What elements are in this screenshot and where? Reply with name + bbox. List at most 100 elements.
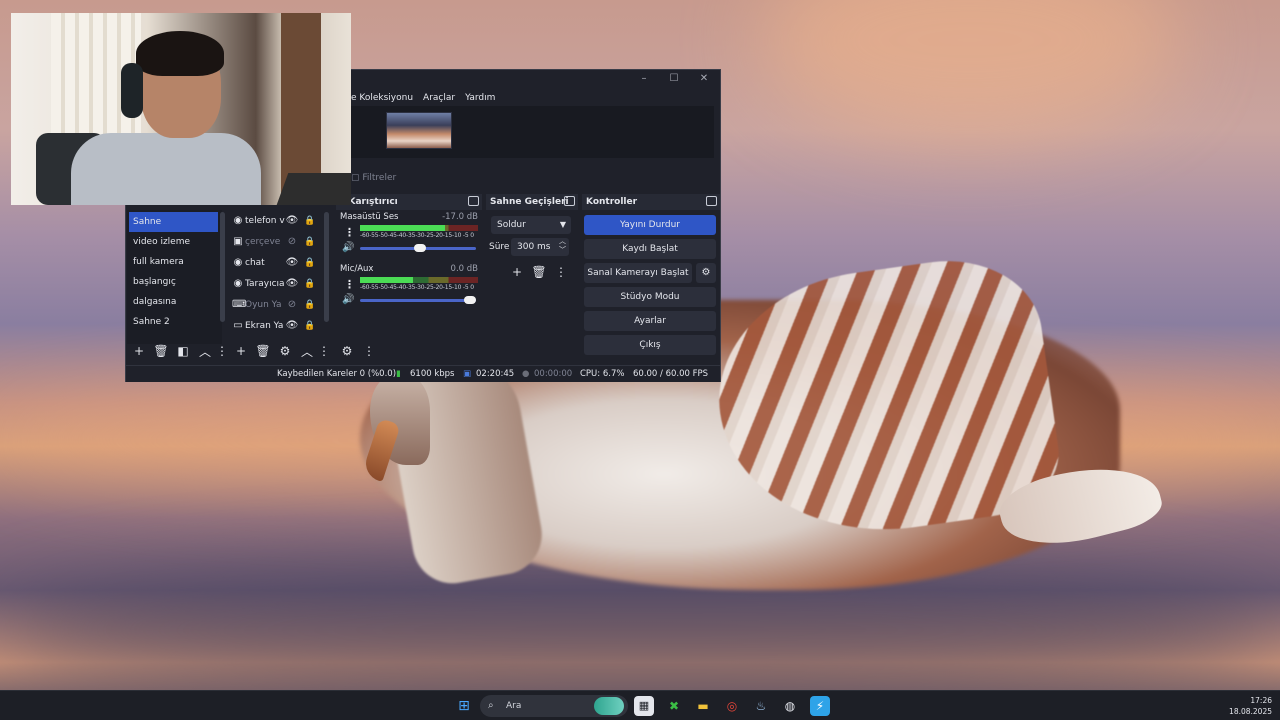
scene-item[interactable]: full kamera — [127, 252, 222, 272]
task-view-icon[interactable]: ▦ — [634, 696, 654, 716]
kebab-menu-icon[interactable]: ⋮ — [550, 265, 572, 279]
source-item[interactable]: ◉ Tarayıcıa 👁 🔒 — [232, 273, 332, 294]
source-item[interactable]: ⌨ Oyun Ya ⊘ 🔒 — [232, 294, 332, 315]
eye-icon[interactable]: 👁 — [285, 215, 299, 226]
scene-filters-button[interactable]: ◧ — [172, 344, 194, 358]
move-up-button[interactable]: ︿ — [194, 343, 216, 360]
source-item[interactable]: ▭ Ekran Ya 👁 🔒 — [232, 315, 332, 336]
slider-knob[interactable] — [464, 296, 476, 304]
globe-icon: ◉ — [233, 215, 243, 226]
settings-button[interactable]: Ayarlar — [584, 311, 716, 331]
search-input[interactable]: ⌕ Ara — [480, 695, 628, 717]
exit-button[interactable]: Çıkış — [584, 335, 716, 355]
source-item[interactable]: ◉ chat 👁 🔒 — [232, 252, 332, 273]
dock-float-icon[interactable] — [468, 196, 479, 206]
signal-icon: ▮ — [396, 369, 401, 379]
speaker-icon[interactable]: 🔊 — [342, 294, 354, 305]
sources-scrollbar[interactable] — [324, 212, 329, 322]
chrome-icon[interactable]: ◎ — [722, 696, 742, 716]
source-settings-button[interactable]: ⚙ — [274, 344, 296, 358]
kebab-menu-icon[interactable]: ⋮ — [216, 344, 228, 358]
eye-icon[interactable]: 👁 — [285, 257, 299, 268]
start-recording-button[interactable]: Kaydı Başlat — [584, 239, 716, 259]
slider-knob[interactable] — [414, 244, 426, 252]
eye-icon[interactable]: 👁 — [285, 278, 299, 289]
scene-item[interactable]: Sahne 2 — [127, 312, 222, 332]
menu-scene-collection[interactable]: e Koleksiyonu — [351, 90, 413, 106]
minimize-button[interactable]: – — [637, 73, 651, 85]
chevron-down-icon: ▼ — [559, 220, 566, 229]
scene-thumbnail[interactable] — [386, 112, 452, 149]
duration-value: 300 ms — [517, 242, 551, 252]
kebab-menu-icon[interactable]: ⋮ — [344, 278, 355, 291]
speaker-icon[interactable]: 🔊 — [342, 242, 354, 253]
virtual-camera-button[interactable]: Sanal Kamerayı Başlat — [584, 263, 692, 283]
eye-hidden-icon[interactable]: ⊘ — [285, 236, 299, 247]
move-up-button[interactable]: ︿ — [296, 343, 318, 360]
scene-item[interactable]: Sahne — [129, 212, 218, 232]
stream-icon: ▣ — [463, 369, 472, 379]
gear-icon[interactable]: ⚙ — [696, 263, 716, 283]
menu-bar: e Koleksiyonu Araçlar Yardım — [351, 90, 720, 106]
source-name: telefon v — [245, 215, 285, 226]
menu-tools[interactable]: Araçlar — [423, 90, 455, 106]
lock-icon[interactable]: 🔒 — [303, 258, 317, 268]
bitrate: 6100 kbps — [410, 369, 455, 379]
transition-selected: Soldur — [497, 220, 526, 230]
source-name: Ekran Ya — [245, 320, 284, 331]
controls-title: Kontroller — [586, 197, 638, 207]
obs-icon[interactable]: ◍ — [780, 696, 800, 716]
dock-float-icon[interactable] — [706, 196, 717, 206]
lock-icon[interactable]: 🔒 — [303, 279, 317, 289]
remove-source-button[interactable]: 🗑 — [252, 344, 274, 358]
lock-icon[interactable]: 🔒 — [303, 216, 317, 226]
lock-icon[interactable]: 🔒 — [303, 321, 317, 331]
close-button[interactable]: ✕ — [697, 73, 711, 85]
source-item[interactable]: ◉ telefon v 👁 🔒 — [232, 210, 332, 231]
maximize-button[interactable]: ☐ — [667, 73, 681, 85]
search-placeholder: Ara — [506, 701, 522, 711]
add-scene-button[interactable]: + — [128, 344, 150, 358]
eye-hidden-icon[interactable]: ⊘ — [285, 299, 299, 310]
taskbar: ⊞ ⌕ Ara ▦ ✖ ▬ ◎ ♨ ◍ ⚡ 17:26 18.08.2025 — [0, 690, 1280, 720]
webcam-feed — [11, 13, 351, 205]
lock-icon[interactable]: 🔒 — [303, 237, 317, 247]
scene-item[interactable]: başlangıç — [127, 272, 222, 292]
volume-slider[interactable] — [360, 244, 476, 252]
search-icon: ⌕ — [488, 700, 494, 711]
scene-item[interactable]: dalgasına — [127, 292, 222, 312]
system-clock[interactable]: 17:26 18.08.2025 — [1229, 695, 1272, 717]
add-transition-button[interactable]: + — [506, 265, 528, 279]
dock-float-icon[interactable] — [564, 196, 575, 206]
windows-start-icon[interactable]: ⊞ — [454, 696, 474, 716]
menu-help[interactable]: Yardım — [465, 90, 495, 106]
sources-list: ◉ telefon v 👁 🔒 ▣ çerçeve ⊘ 🔒 ◉ chat 👁 🔒… — [232, 210, 332, 344]
transition-select[interactable]: Soldur ▼ — [491, 216, 571, 234]
app-icon[interactable]: ⚡ — [810, 696, 830, 716]
remove-transition-button[interactable]: 🗑 — [528, 265, 550, 279]
remove-scene-button[interactable]: 🗑 — [150, 344, 172, 358]
filters-label: Filtreler — [362, 173, 397, 183]
kebab-menu-icon[interactable]: ⋮ — [318, 344, 330, 358]
source-item[interactable]: ▣ çerçeve ⊘ 🔒 — [232, 231, 332, 252]
stop-stream-button[interactable]: Yayını Durdur — [584, 215, 716, 235]
eye-icon[interactable]: 👁 — [285, 320, 299, 331]
spinner-arrows-icon[interactable]: ︿ ﹀ — [559, 237, 566, 255]
kebab-menu-icon[interactable]: ⋮ — [344, 226, 355, 239]
volume-slider[interactable] — [360, 296, 476, 304]
add-source-button[interactable]: + — [230, 344, 252, 358]
studio-mode-button[interactable]: Stüdyo Modu — [584, 287, 716, 307]
filters-button[interactable]: ▢ Filtreler — [351, 173, 396, 183]
lock-icon[interactable]: 🔒 — [303, 300, 317, 310]
scene-item[interactable]: video izleme — [127, 232, 222, 252]
scenes-scrollbar[interactable] — [220, 212, 225, 322]
duration-input[interactable]: 300 ms ︿ ﹀ — [511, 237, 569, 256]
file-explorer-icon[interactable]: ▬ — [693, 696, 713, 716]
xbox-icon[interactable]: ✖ — [664, 696, 684, 716]
steam-icon[interactable]: ♨ — [751, 696, 771, 716]
mixer-header: s Karıştırıcı — [336, 194, 482, 210]
record-icon: ● — [522, 369, 530, 379]
headset — [121, 63, 143, 118]
scene-transitions: Soldur ▼ Süre 300 ms ︿ ﹀ + 🗑 ⋮ — [486, 210, 578, 360]
record-time: 00:00:00 — [534, 369, 573, 379]
